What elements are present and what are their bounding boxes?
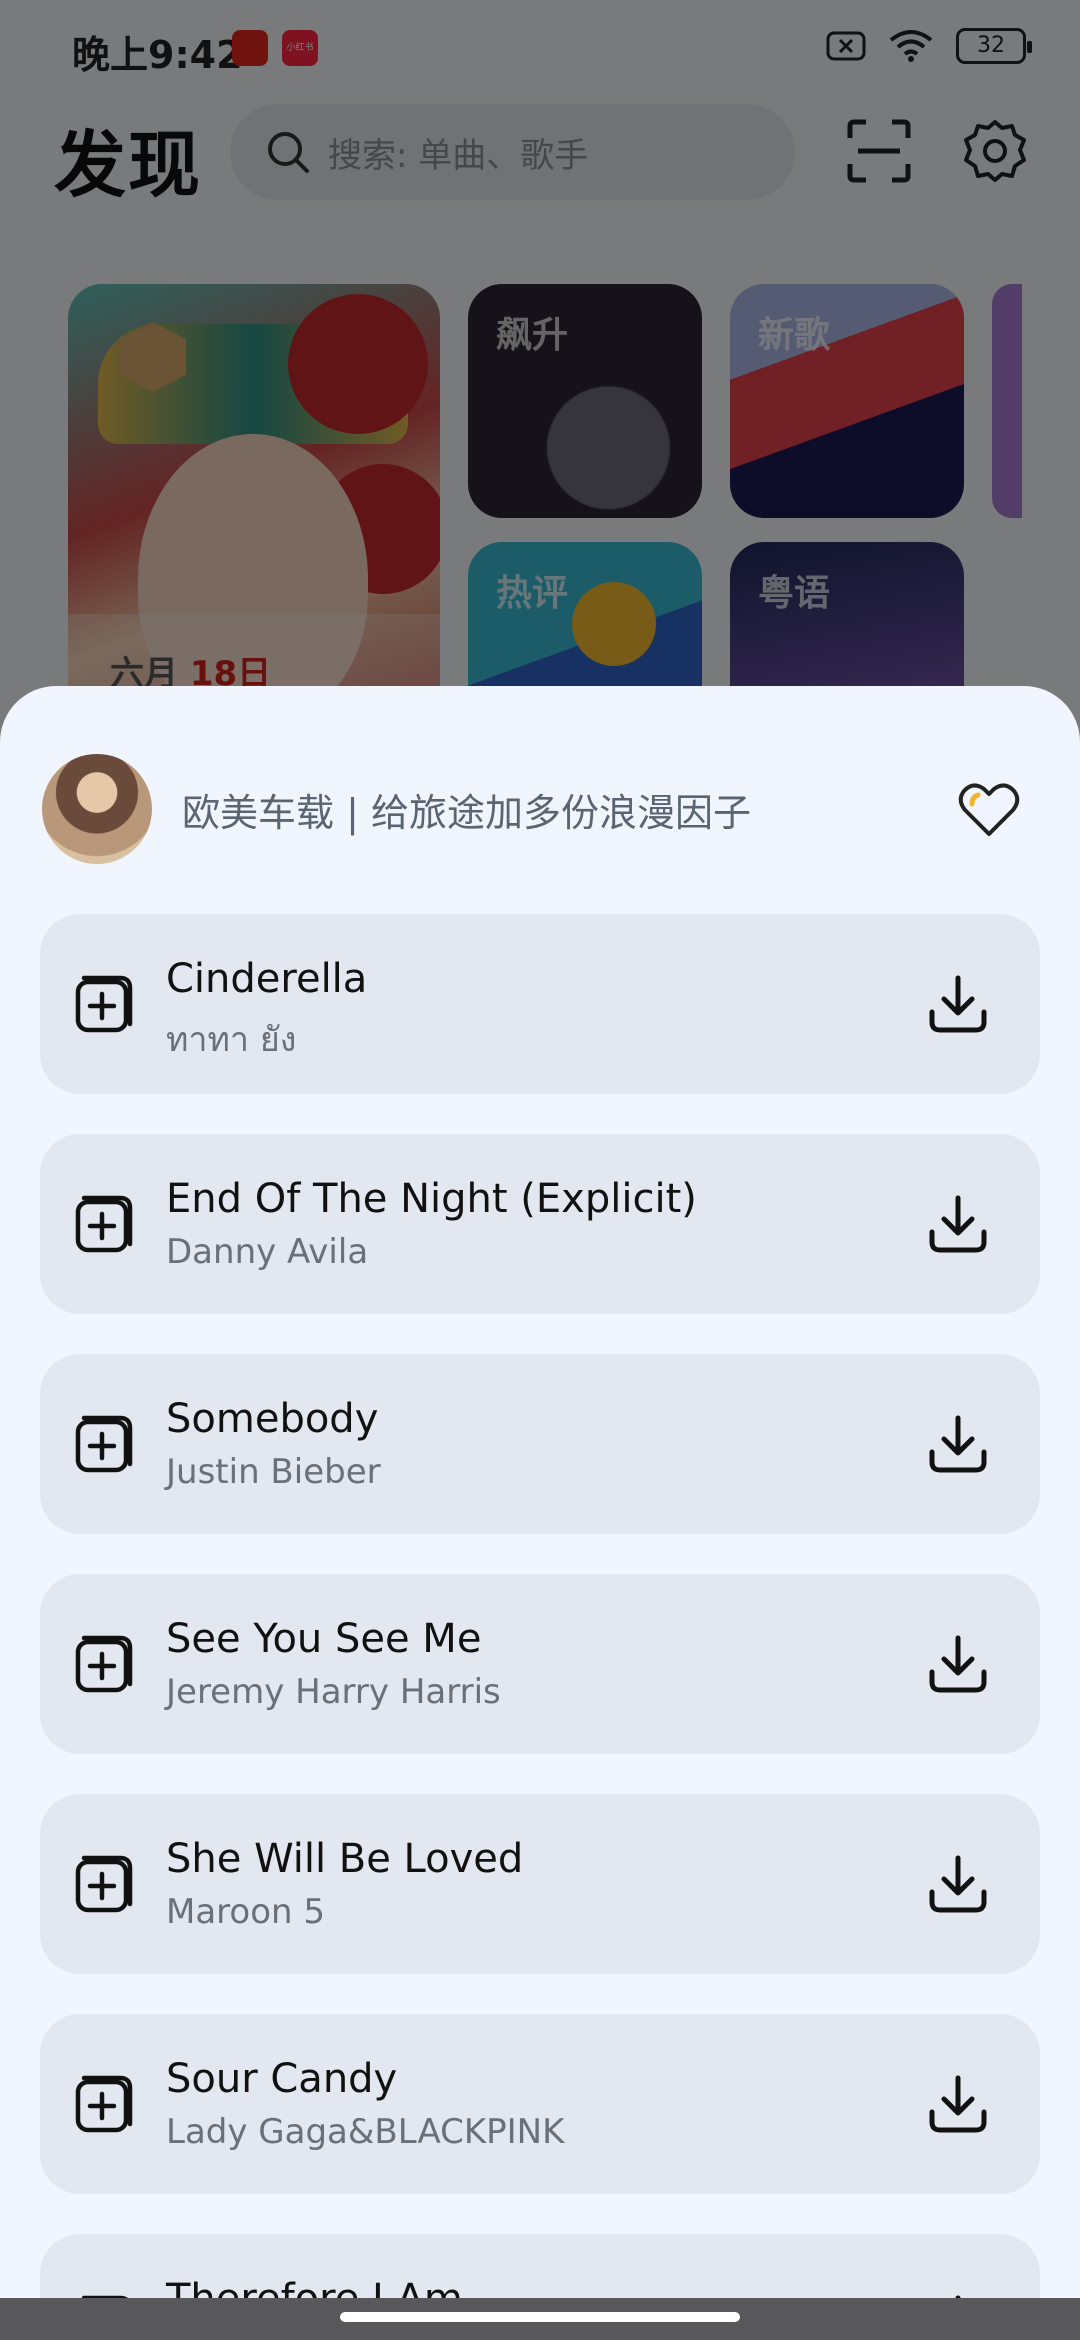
add-to-playlist-icon[interactable] — [74, 974, 134, 1034]
download-icon[interactable] — [926, 1632, 990, 1696]
song-row[interactable]: See You See Me Jeremy Harry Harris — [40, 1574, 1040, 1754]
navigation-bar — [0, 2298, 1080, 2340]
playlist-cover[interactable] — [42, 754, 152, 864]
song-title: Cinderella — [166, 956, 368, 1002]
song-artist: Justin Bieber — [166, 1452, 381, 1492]
download-icon[interactable] — [926, 972, 990, 1036]
add-to-playlist-icon[interactable] — [74, 1194, 134, 1254]
download-icon[interactable] — [926, 2072, 990, 2136]
song-row[interactable]: She Will Be Loved Maroon 5 — [40, 1794, 1040, 1974]
song-title: Sour Candy — [166, 2056, 398, 2102]
song-artist: Jeremy Harry Harris — [166, 1672, 501, 1712]
playlist-title[interactable]: 欧美车载 | 给旅途加多份浪漫因子 — [182, 782, 751, 837]
download-icon[interactable] — [926, 1852, 990, 1916]
song-list: Cinderella ทาทา ยัง End Of The Night (Ex… — [40, 914, 1040, 2340]
home-gesture-handle[interactable] — [340, 2312, 740, 2322]
download-icon[interactable] — [926, 1192, 990, 1256]
song-title: Somebody — [166, 1396, 379, 1442]
song-title: She Will Be Loved — [166, 1836, 524, 1882]
song-artist: Danny Avila — [166, 1232, 369, 1272]
song-row[interactable]: End Of The Night (Explicit) Danny Avila — [40, 1134, 1040, 1314]
download-icon[interactable] — [926, 1412, 990, 1476]
playlist-bottom-sheet: 欧美车载 | 给旅途加多份浪漫因子 Cinderella ทาทา ยัง En… — [0, 686, 1080, 2340]
add-to-playlist-icon[interactable] — [74, 2074, 134, 2134]
add-to-playlist-icon[interactable] — [74, 1414, 134, 1474]
add-to-playlist-icon[interactable] — [74, 1634, 134, 1694]
song-title: End Of The Night (Explicit) — [166, 1176, 697, 1222]
song-artist: Lady Gaga&BLACKPINK — [166, 2112, 565, 2152]
add-to-playlist-icon[interactable] — [74, 1854, 134, 1914]
song-row[interactable]: Cinderella ทาทา ยัง — [40, 914, 1040, 1094]
song-row[interactable]: Sour Candy Lady Gaga&BLACKPINK — [40, 2014, 1040, 2194]
song-row[interactable]: Somebody Justin Bieber — [40, 1354, 1040, 1534]
song-title: See You See Me — [166, 1616, 482, 1662]
sheet-header: 欧美车载 | 给旅途加多份浪漫因子 — [0, 686, 1080, 906]
song-artist: ทาทา ยัง — [166, 1020, 297, 1060]
song-artist: Maroon 5 — [166, 1892, 325, 1932]
heart-icon[interactable] — [958, 782, 1020, 838]
